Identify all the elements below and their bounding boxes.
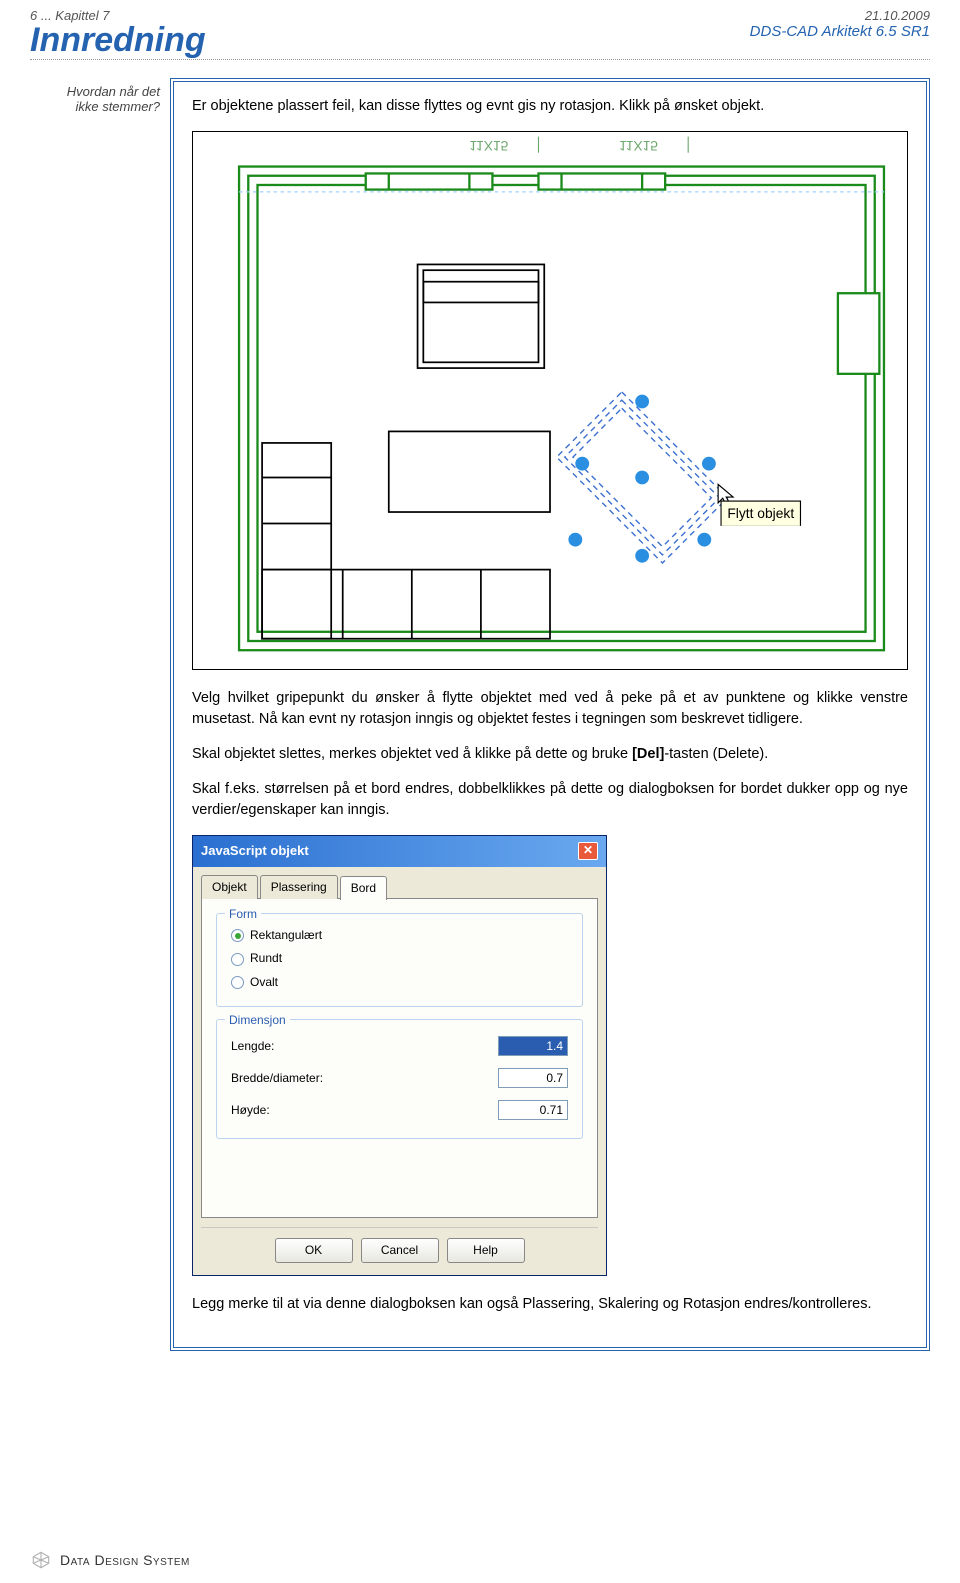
dds-logo-icon bbox=[30, 1549, 52, 1571]
key-label: [Del] bbox=[632, 746, 664, 762]
dim-bredde: Bredde/diameter: bbox=[231, 1062, 568, 1094]
fieldset-form: Form Rektangulært Rundt Ov bbox=[216, 913, 583, 1007]
page-date: 21.10.2009 bbox=[750, 8, 930, 23]
javascript-objekt-dialog: JavaScript objekt ✕ Objekt Plassering Bo… bbox=[192, 835, 607, 1277]
paragraph: Er objektene plassert feil, kan disse fl… bbox=[192, 96, 908, 117]
radio-icon bbox=[231, 929, 244, 942]
close-button[interactable]: ✕ bbox=[578, 842, 598, 860]
radio-icon bbox=[231, 976, 244, 989]
tab-bord[interactable]: Bord bbox=[340, 876, 387, 900]
margin-note-line: ikke stemmer? bbox=[30, 99, 160, 114]
page-header: 6 ... Kapittel 7 Innredning 21.10.2009 D… bbox=[30, 0, 930, 57]
footer-company: Data Design System bbox=[60, 1552, 190, 1568]
radio-ovalt[interactable]: Ovalt bbox=[231, 971, 568, 994]
radio-rundt[interactable]: Rundt bbox=[231, 947, 568, 970]
dim-hoyde: Høyde: bbox=[231, 1094, 568, 1126]
paragraph: Legg merke til at via denne dialogboksen… bbox=[192, 1294, 908, 1315]
dim-lengde: Lengde: bbox=[231, 1030, 568, 1062]
radio-label: Rundt bbox=[250, 950, 282, 967]
margin-note-line: Hvordan når det bbox=[30, 84, 160, 99]
page-footer: Data Design System bbox=[30, 1549, 190, 1571]
product-name: DDS-CAD Arkitekt 6.5 SR1 bbox=[750, 23, 930, 40]
header-divider bbox=[30, 59, 930, 60]
hoyde-input[interactable] bbox=[498, 1100, 568, 1120]
dialog-titlebar[interactable]: JavaScript objekt ✕ bbox=[193, 836, 606, 867]
dialog-title-text: JavaScript objekt bbox=[201, 842, 309, 861]
help-button[interactable]: Help bbox=[447, 1238, 525, 1263]
tab-objekt[interactable]: Objekt bbox=[201, 875, 258, 899]
page-title: Innredning bbox=[30, 23, 206, 57]
text: -tasten (Delete). bbox=[664, 746, 768, 762]
margin-note: Hvordan når det ikke stemmer? bbox=[30, 78, 170, 1351]
paragraph: Skal objektet slettes, merkes objektet v… bbox=[192, 744, 908, 765]
dim-label: Bredde/diameter: bbox=[231, 1070, 323, 1087]
tab-plassering[interactable]: Plassering bbox=[260, 875, 338, 899]
text: Skal objektet slettes, merkes objektet v… bbox=[192, 746, 632, 762]
dim-label: Høyde: bbox=[231, 1102, 270, 1119]
dialog-buttons: OK Cancel Help bbox=[201, 1227, 598, 1275]
svg-text:11X15: 11X15 bbox=[619, 138, 658, 154]
fieldset-legend: Dimensjon bbox=[225, 1012, 290, 1029]
cancel-button[interactable]: Cancel bbox=[361, 1238, 439, 1263]
cad-illustration: 11X15 11X15 bbox=[192, 131, 908, 670]
cad-tooltip: Flytt objekt bbox=[720, 501, 801, 526]
radio-label: Ovalt bbox=[250, 974, 278, 991]
dialog-tabs: Objekt Plassering Bord bbox=[201, 875, 598, 899]
fieldset-dimensjon: Dimensjon Lengde: Bredde/diameter: Høyde… bbox=[216, 1019, 583, 1139]
svg-text:11X15: 11X15 bbox=[469, 138, 508, 154]
radio-rektangulaert[interactable]: Rektangulært bbox=[231, 924, 568, 947]
ok-button[interactable]: OK bbox=[275, 1238, 353, 1263]
paragraph: Skal f.eks. størrelsen på et bord endres… bbox=[192, 779, 908, 821]
bredde-input[interactable] bbox=[498, 1068, 568, 1088]
radio-icon bbox=[231, 953, 244, 966]
tab-content: Form Rektangulært Rundt Ov bbox=[201, 898, 598, 1218]
content-box: Er objektene plassert feil, kan disse fl… bbox=[170, 78, 930, 1351]
paragraph: Velg hvilket gripepunkt du ønsker å flyt… bbox=[192, 688, 908, 730]
fieldset-legend: Form bbox=[225, 906, 261, 923]
close-icon: ✕ bbox=[583, 843, 593, 857]
radio-label: Rektangulært bbox=[250, 927, 322, 944]
dim-label: Lengde: bbox=[231, 1038, 274, 1055]
lengde-input[interactable] bbox=[498, 1036, 568, 1056]
